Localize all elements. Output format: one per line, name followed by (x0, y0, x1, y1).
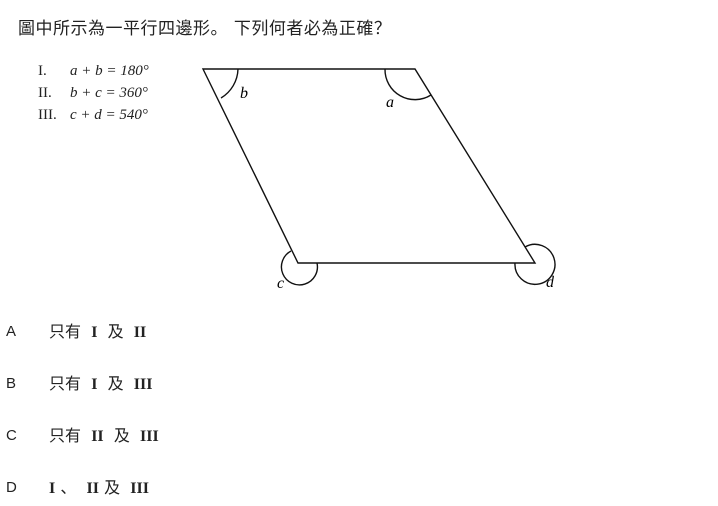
option-text: I 、 II 及 III (49, 476, 149, 501)
angle-label-c: c (277, 275, 284, 292)
roman-numeral: I (49, 480, 56, 497)
option-joiner: 及 (104, 478, 121, 497)
option-separator: 、 (60, 478, 77, 497)
angle-arc-b (220, 68, 239, 99)
option-prefix: 只有 (49, 426, 82, 445)
angle-label-d: d (546, 274, 555, 291)
option-letter: A (6, 323, 17, 340)
roman-numeral: III (130, 480, 149, 497)
roman-numeral: III (133, 376, 153, 393)
angle-arc-c (280, 250, 319, 286)
option-joiner: 及 (113, 426, 130, 445)
option-text: 只有 II 及 III (49, 424, 159, 449)
option-joiner: 及 (107, 374, 124, 393)
angle-label-b: b (240, 85, 248, 102)
roman-numeral: I (91, 376, 98, 393)
option-joiner: 及 (107, 322, 124, 341)
roman-numeral: III (140, 428, 159, 445)
roman-numeral: II (91, 428, 104, 445)
parallelogram-shape (201, 68, 537, 264)
option-letter: C (6, 427, 17, 444)
option-letter: D (6, 479, 17, 496)
roman-numeral: II (86, 480, 99, 497)
option-prefix: 只有 (49, 374, 82, 393)
option-text: 只有 I 及 III (49, 372, 152, 397)
roman-numeral: I (91, 324, 98, 341)
option-letter: B (6, 375, 17, 392)
angle-label-a: a (386, 94, 394, 111)
option-prefix: 只有 (49, 322, 82, 341)
option-text: 只有 I 及 II (49, 320, 146, 345)
roman-numeral: II (133, 324, 147, 341)
